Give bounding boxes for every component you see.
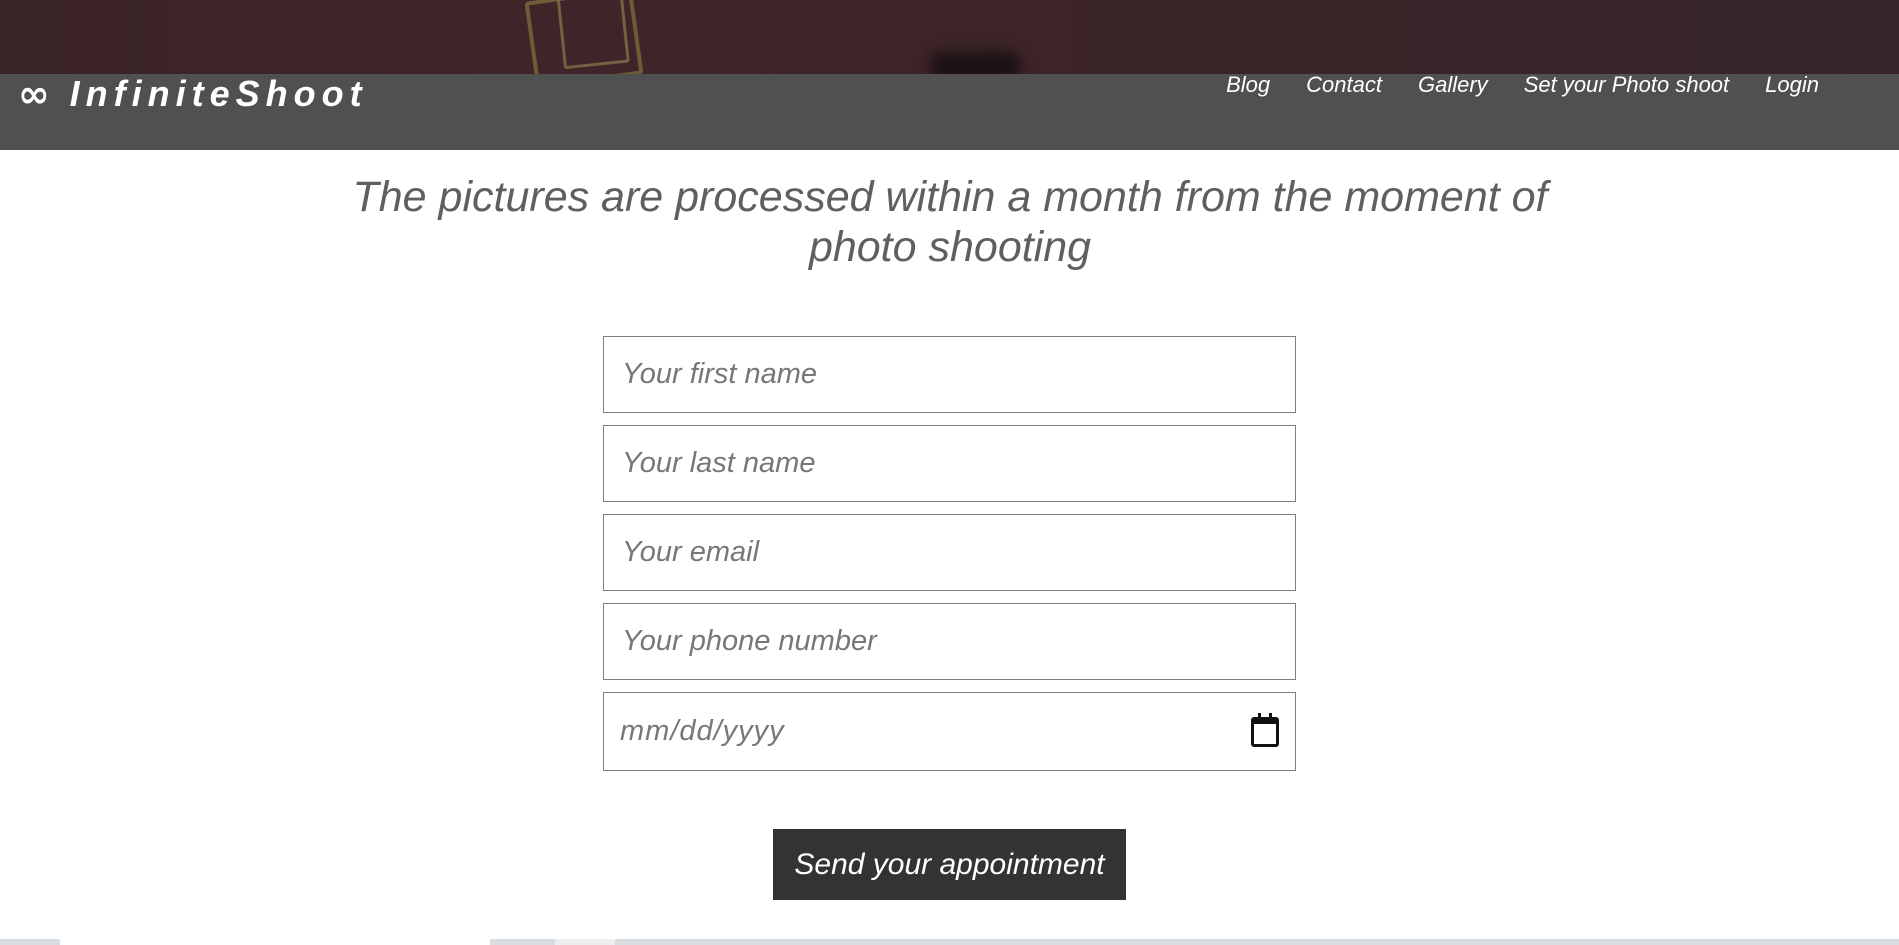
nav-link-blog[interactable]: Blog [1226, 72, 1270, 98]
page-headline: The pictures are processed within a mont… [352, 173, 1548, 271]
nav-link-login[interactable]: Login [1765, 72, 1819, 98]
hero-decoration [556, 0, 630, 70]
first-name-field-wrapper [603, 336, 1296, 413]
last-name-field-wrapper [603, 425, 1296, 502]
nav-link-gallery[interactable]: Gallery [1418, 72, 1488, 98]
nav-links: Blog Contact Gallery Set your Photo shoo… [1226, 72, 1819, 98]
navbar: ∞ InfiniteShoot Blog Contact Gallery Set… [0, 72, 1899, 150]
hero-decoration [930, 52, 1020, 74]
date-input[interactable]: mm/dd/yyyy [603, 692, 1296, 771]
bottom-strip-segment [60, 939, 490, 945]
phone-field-wrapper [603, 603, 1296, 680]
email-field-wrapper [603, 514, 1296, 591]
first-name-input[interactable] [620, 357, 1279, 392]
page-bottom-strip [0, 939, 1899, 945]
brand-name: InfiniteShoot [69, 73, 368, 114]
brand-logo[interactable]: ∞ InfiniteShoot [18, 72, 368, 116]
phone-input[interactable] [620, 624, 1279, 659]
hero-image-strip [0, 0, 1899, 74]
email-input[interactable] [620, 535, 1279, 570]
nav-link-set-photo-shoot[interactable]: Set your Photo shoot [1524, 72, 1729, 98]
date-placeholder: mm/dd/yyyy [620, 715, 785, 747]
appointment-form: mm/dd/yyyy [603, 336, 1296, 771]
bottom-strip-segment [555, 939, 615, 945]
send-appointment-button[interactable]: Send your appointment [773, 829, 1126, 900]
nav-link-contact[interactable]: Contact [1306, 72, 1382, 98]
infinity-icon: ∞ [18, 72, 50, 116]
calendar-icon[interactable] [1251, 712, 1279, 747]
last-name-input[interactable] [620, 446, 1279, 481]
